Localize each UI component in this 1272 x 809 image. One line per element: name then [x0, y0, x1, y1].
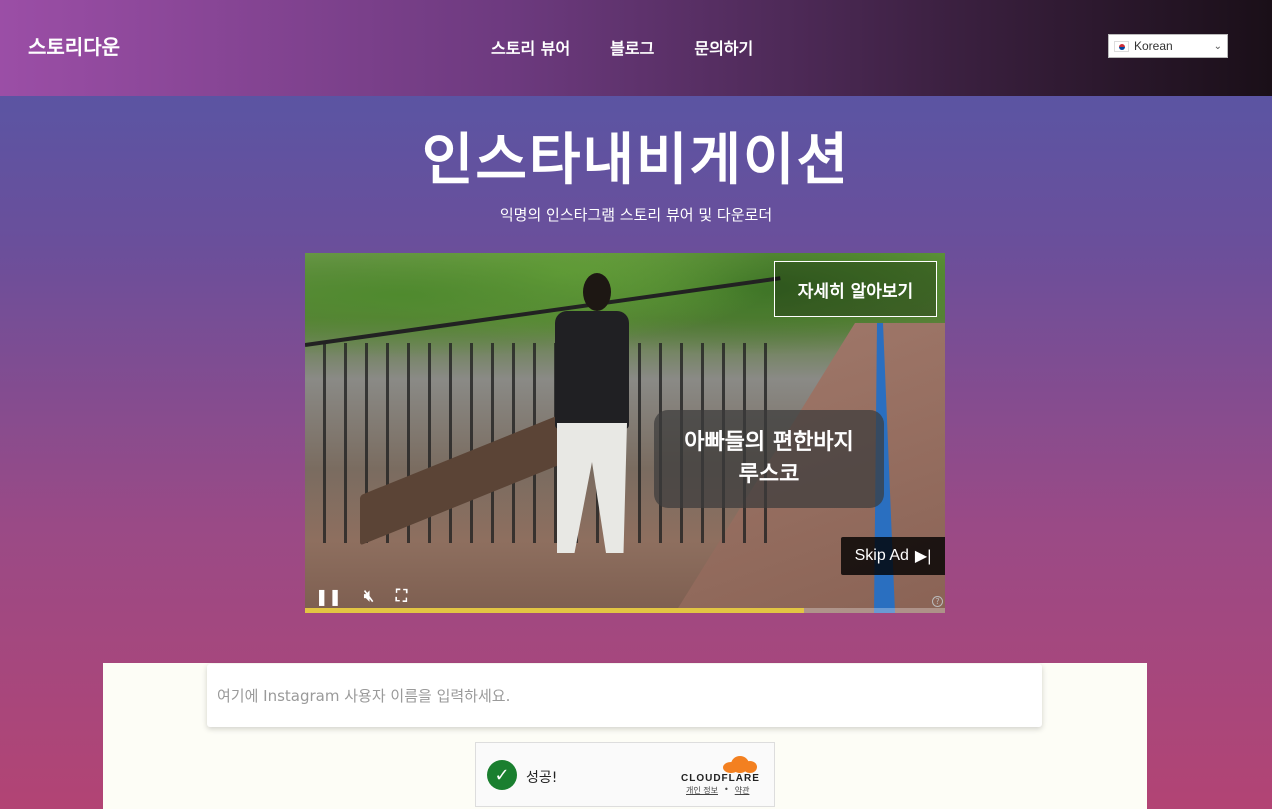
cloudflare-logo-text: CLOUDFLARE [681, 773, 760, 784]
cloudflare-captcha: ✓ 성공! CLOUDFLARE 개인 정보 • 약관 [475, 742, 775, 807]
nav-story-viewer[interactable]: 스토리 뷰어 [491, 35, 570, 59]
learn-more-button[interactable]: 자세히 알아보기 [774, 261, 937, 317]
language-label: Korean [1134, 39, 1173, 53]
pause-icon[interactable]: ❚❚ [315, 587, 342, 606]
skip-ad-label: Skip Ad [854, 547, 909, 564]
help-icon[interactable]: ? [932, 596, 943, 607]
username-search-input[interactable] [207, 664, 1042, 727]
video-controls: ❚❚ 🔇︎ ⛶ [305, 583, 945, 609]
privacy-link[interactable]: 개인 정보 [686, 785, 718, 796]
captcha-links: 개인 정보 • 약관 [686, 785, 749, 796]
checkmark-icon: ✓ [487, 760, 517, 790]
link-separator: • [723, 785, 729, 794]
video-progress-fill [305, 608, 805, 613]
page-subtitle: 익명의 인스타그램 스토리 뷰어 및 다운로더 [499, 206, 773, 224]
page-title: 인스타내비게이션 [421, 128, 851, 193]
fullscreen-icon[interactable]: ⛶ [396, 586, 407, 606]
skip-ad-button[interactable]: Skip Ad ▶| [841, 537, 945, 575]
person-pants [557, 423, 627, 553]
person-head [583, 273, 611, 311]
ad-caption-line-2: 루스코 [738, 462, 800, 487]
video-ad-player[interactable]: 자세히 알아보기 아빠들의 편한바지 루스코 Skip Ad ▶| ❚❚ 🔇︎ … [305, 253, 945, 613]
main-nav: 스토리 뷰어 블로그 문의하기 [491, 35, 753, 59]
site-logo[interactable]: 스토리다운 [28, 31, 120, 60]
ad-caption-line-1: 아빠들의 편한바지 [684, 430, 854, 455]
video-scene-person [545, 273, 635, 573]
terms-link[interactable]: 약관 [735, 785, 750, 796]
ad-caption: 아빠들의 편한바지 루스코 [654, 410, 884, 508]
captcha-status: 성공! [526, 770, 558, 786]
korea-flag-icon [1114, 40, 1129, 52]
skip-next-icon: ▶| [914, 548, 932, 565]
person-shirt [555, 311, 629, 429]
search-panel: ✓ 성공! CLOUDFLARE 개인 정보 • 약관 [103, 663, 1147, 809]
nav-contact[interactable]: 문의하기 [694, 35, 753, 59]
video-progress-bar[interactable] [305, 608, 945, 613]
language-select[interactable]: Korean ⌄ [1108, 34, 1228, 58]
chevron-down-icon: ⌄ [1213, 40, 1222, 52]
mute-icon[interactable]: 🔇︎ [364, 586, 374, 606]
cloudflare-cloud-icon [719, 755, 759, 773]
nav-blog[interactable]: 블로그 [610, 35, 654, 59]
site-header: 스토리다운 스토리 뷰어 블로그 문의하기 Korean ⌄ [0, 0, 1272, 96]
